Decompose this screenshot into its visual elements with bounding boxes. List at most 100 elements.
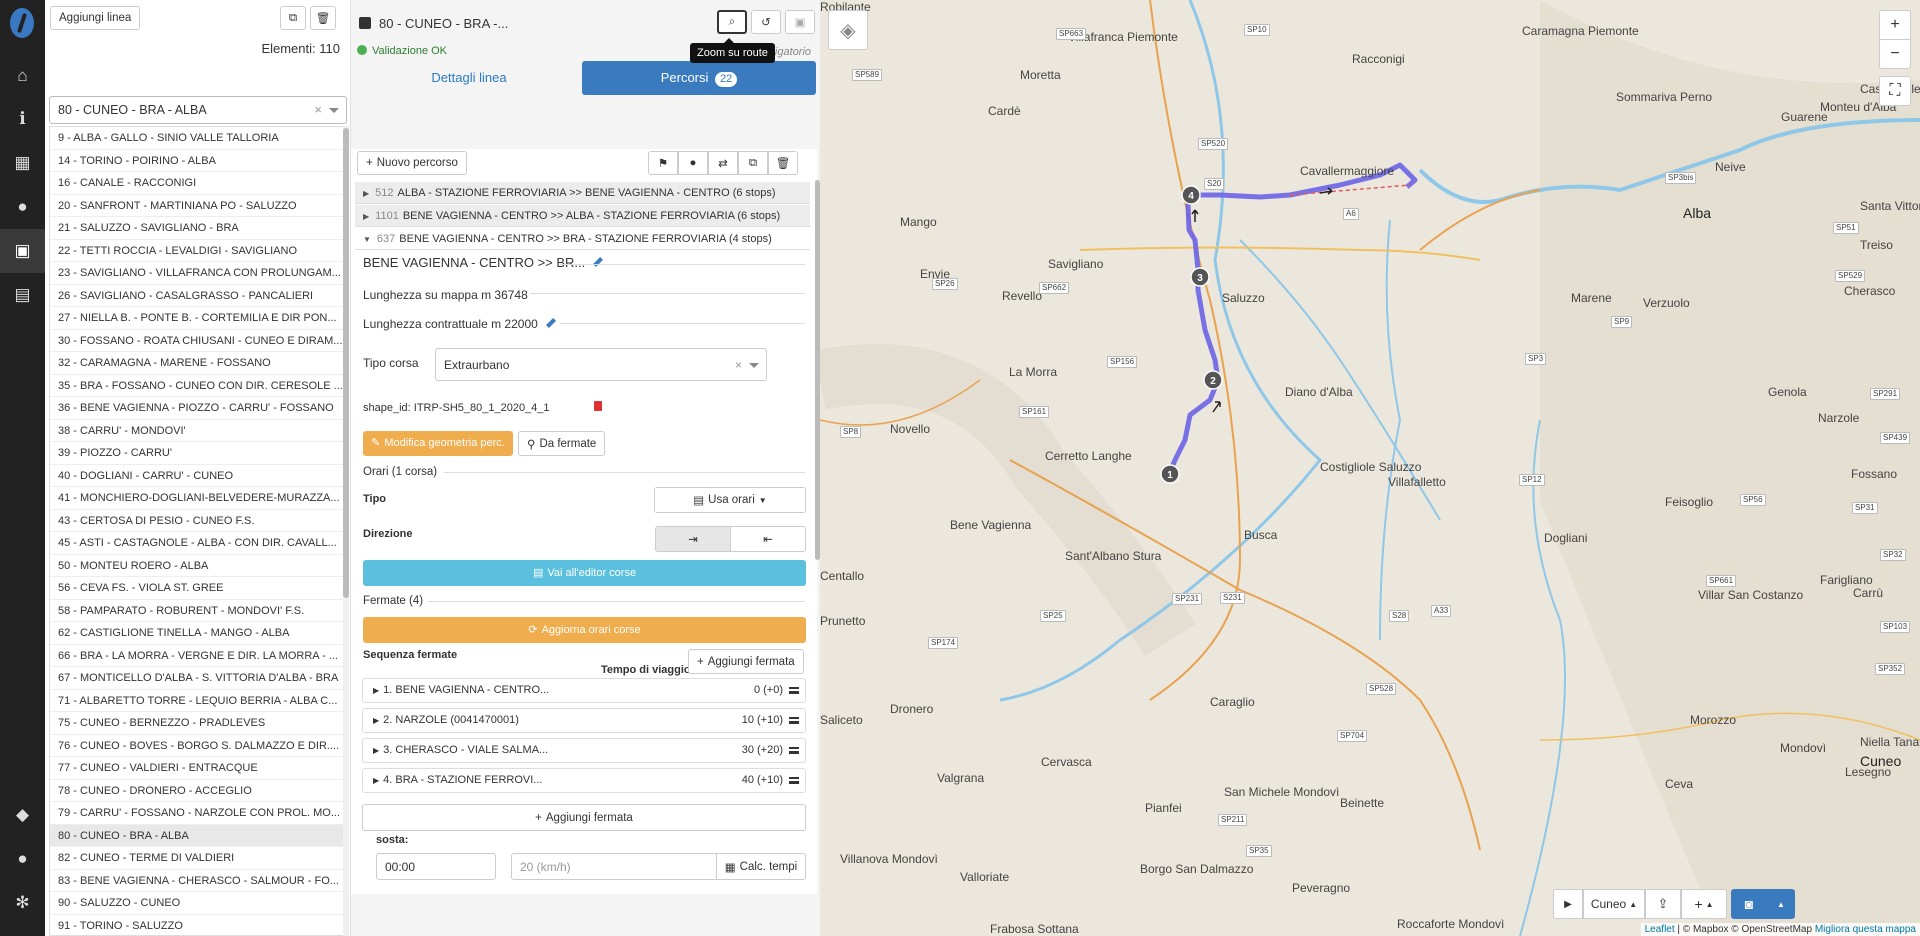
line-list-item[interactable]: 45 - ASTI - CASTAGNOLE - ALBA - CON DIR.… [50, 532, 346, 555]
line-list-item[interactable]: 62 - CASTIGLIONE TINELLA - MANGO - ALBA [50, 622, 346, 645]
line-list-item[interactable]: 23 - SAVIGLIANO - VILLAFRANCA CON PROLUN… [50, 262, 346, 285]
building-icon[interactable]: ▦ [0, 141, 45, 185]
delete-route-button[interactable]: 🗑 [768, 151, 798, 175]
line-list-item[interactable]: 38 - CARRU' - MONDOVI' [50, 420, 346, 442]
line-list-item[interactable]: 91 - TORINO - SALUZZO [50, 915, 346, 936]
map-marker-icon[interactable]: ● [0, 185, 45, 229]
bell-icon[interactable]: ◆ [0, 793, 45, 837]
camera-button[interactable]: ◙ [1731, 889, 1767, 919]
stop-duration-input[interactable]: 00:00 [376, 853, 496, 880]
line-list-item[interactable]: 79 - CARRU' - FOSSANO - NARZOLE CON PROL… [50, 802, 346, 825]
copy-route-button[interactable]: ⧉ [738, 151, 768, 175]
upload-button[interactable]: ⇪ [1645, 889, 1681, 919]
line-list-item[interactable]: 14 - TORINO - POIRINO - ALBA [50, 150, 346, 172]
line-list-item[interactable]: 30 - FOSSANO - ROATA CHIUSANI - CUNEO E … [50, 330, 346, 352]
line-list-item[interactable]: 43 - CERTOSA DI PESIO - CUNEO F.S. [50, 510, 346, 532]
save-button[interactable]: ▣ [785, 10, 815, 34]
user-icon[interactable]: ● [0, 837, 45, 881]
line-list-item[interactable]: 56 - CEVA FS. - VIOLA ST. GREE [50, 577, 346, 600]
line-list-item[interactable]: 58 - PAMPARATO - ROBURENT - MONDOVI' F.S… [50, 600, 346, 622]
clear-icon[interactable]: × [735, 358, 742, 372]
chevron-down-icon[interactable] [329, 108, 339, 113]
add-line-button[interactable]: Aggiungi linea [50, 6, 141, 30]
update-schedules-button[interactable]: ⟳ Aggiorna orari corse [363, 617, 806, 643]
flag-button[interactable]: ⚑ [648, 151, 678, 175]
direction-in-button[interactable]: ⇤ [730, 526, 806, 552]
info-icon[interactable]: ℹ [0, 97, 45, 141]
expand-button[interactable]: ▶ [1553, 889, 1583, 919]
line-list-item[interactable]: 35 - BRA - FOSSANO - CUNEO CON DIR. CERE… [50, 375, 346, 397]
home-icon[interactable]: ⌂ [0, 54, 45, 98]
copy-button[interactable]: ⧉ [280, 6, 306, 30]
line-list-item[interactable]: 71 - ALBARETTO TORRE - LEQUIO BERRIA - A… [50, 690, 346, 712]
line-list-scrollbar[interactable] [343, 126, 349, 936]
bomb-button[interactable]: ● [678, 151, 708, 175]
stop-badge-4[interactable]: 4 [1181, 185, 1201, 205]
add-dropdown-button[interactable]: + ▲ [1681, 889, 1727, 919]
fullscreen-button[interactable]: ⛶ [1879, 76, 1911, 106]
tab-details[interactable]: Dettagli linea [359, 61, 579, 95]
zoom-out-button[interactable]: − [1879, 39, 1911, 69]
line-list-item[interactable]: 16 - CANALE - RACCONIGI [50, 172, 346, 195]
drag-handle-icon[interactable] [789, 717, 799, 724]
calc-times-button[interactable]: ▦ Calc. tempi [716, 853, 806, 880]
line-list-item[interactable]: 75 - CUNEO - BERNEZZO - PRADLEVES [50, 712, 346, 735]
line-list-item[interactable]: 9 - ALBA - GALLO - SINIO VALLE TALLORIA [50, 127, 346, 150]
line-list-item[interactable]: 78 - CUNEO - DRONERO - ACCEGLIO [50, 780, 346, 802]
line-list-item[interactable]: 83 - BENE VAGIENNA - CHERASCO - SALMOUR … [50, 870, 346, 892]
line-list-item[interactable]: 32 - CARAMAGNA - MARENE - FOSSANO [50, 352, 346, 375]
line-list-item[interactable]: 66 - BRA - LA MORRA - VERGNE E DIR. LA M… [50, 645, 346, 667]
stop-item[interactable]: ▶ 1. BENE VAGIENNA - CENTRO... 0 (+0) [362, 678, 806, 703]
chevron-down-icon[interactable] [749, 363, 759, 368]
line-list-item[interactable]: 76 - CUNEO - BOVES - BORGO S. DALMAZZO E… [50, 735, 346, 757]
direction-out-button[interactable]: ⇥ [655, 526, 731, 552]
trip-type-select[interactable]: Extraurbano × [435, 348, 767, 381]
line-list-item[interactable]: 40 - DOGLIANI - CARRU' - CUNEO [50, 465, 346, 487]
line-list-item[interactable]: 36 - BENE VAGIENNA - PIOZZO - CARRU' - F… [50, 397, 346, 420]
zoom-route-button[interactable]: ⌕ [717, 10, 747, 34]
speed-input[interactable]: 20 (km/h) [511, 853, 717, 880]
line-list-item[interactable]: 39 - PIOZZO - CARRU' [50, 442, 346, 465]
edit-geometry-button[interactable]: ✎ Modifica geometria perc. [363, 431, 513, 456]
swap-button[interactable]: ⇄ [708, 151, 738, 175]
undo-button[interactable]: ↺ [751, 10, 781, 34]
line-list-item[interactable]: 41 - MONCHIERO-DOGLIANI-BELVEDERE-MURAZZ… [50, 487, 346, 510]
delete-button[interactable]: 🗑 [310, 6, 336, 30]
region-dropdown[interactable]: Cuneo ▲ [1583, 889, 1645, 919]
stop-badge-3[interactable]: 3 [1190, 267, 1210, 287]
line-list-item[interactable]: 77 - CUNEO - VALDIERI - ENTRACQUE [50, 757, 346, 780]
line-list-item[interactable]: 80 - CUNEO - BRA - ALBA [50, 824, 346, 847]
line-select[interactable]: 80 - CUNEO - BRA - ALBA × [49, 96, 347, 124]
clear-icon[interactable]: × [314, 102, 322, 117]
route-row-open[interactable]: ▼ 637 BENE VAGIENNA - CENTRO >> BRA - STAZ… [355, 228, 810, 250]
layers-button[interactable]: ◈ [828, 10, 868, 50]
line-list-item[interactable]: 67 - MONTICELLO D'ALBA - S. VITTORIA D'A… [50, 667, 346, 690]
from-stops-button[interactable]: ⚲ Da fermate [518, 431, 606, 456]
tab-routes[interactable]: Percorsi 22 [582, 61, 816, 95]
drag-handle-icon[interactable] [789, 777, 799, 784]
stop-badge-2[interactable]: 2 [1203, 370, 1223, 390]
bus-icon[interactable]: ▣ [0, 229, 45, 273]
line-list-item[interactable]: 26 - SAVIGLIANO - CASALGRASSO - PANCALIE… [50, 285, 346, 307]
drag-handle-icon[interactable] [789, 687, 799, 694]
use-schedules-dropdown[interactable]: ▤ Usa orari ▼ [654, 487, 806, 513]
stop-item[interactable]: ▶ 4. BRA - STAZIONE FERROVI... 40 (+10) [362, 768, 806, 793]
pencil-icon[interactable] [593, 257, 604, 267]
trip-editor-button[interactable]: ▤ Vai all'editor corse [363, 560, 806, 586]
line-list-item[interactable]: 90 - SALUZZO - CUNEO [50, 892, 346, 915]
calendar-icon[interactable]: ▤ [0, 273, 45, 317]
new-route-button[interactable]: + Nuovo percorso [357, 151, 467, 175]
stop-badge-1[interactable]: 1 [1160, 464, 1180, 484]
line-list-item[interactable]: 50 - MONTEU ROERO - ALBA [50, 555, 346, 577]
route-row[interactable]: ▶ 512 ALBA - STAZIONE FERROVIARIA >> BENE … [355, 182, 810, 204]
line-list-item[interactable]: 82 - CUNEO - TERME DI VALDIERI [50, 847, 346, 870]
drag-handle-icon[interactable] [789, 747, 799, 754]
camera-dropdown-button[interactable]: ▲ [1767, 889, 1795, 919]
line-list-item[interactable]: 21 - SALUZZO - SAVIGLIANO - BRA [50, 217, 346, 240]
map[interactable]: 1 2 3 4 Villafranca Piemonte Racconigi Car… [820, 0, 1920, 936]
route-row[interactable]: ▶ 1101 BENE VAGIENNA - CENTRO >> ALBA - ST… [355, 205, 810, 227]
app-logo[interactable] [10, 8, 34, 38]
gear-icon[interactable]: ✻ [0, 881, 45, 925]
stop-item[interactable]: ▶ 3. CHERASCO - VIALE SALMA... 30 (+20) [362, 738, 806, 763]
improve-map-link[interactable]: Migliora questa mappa [1815, 924, 1916, 935]
